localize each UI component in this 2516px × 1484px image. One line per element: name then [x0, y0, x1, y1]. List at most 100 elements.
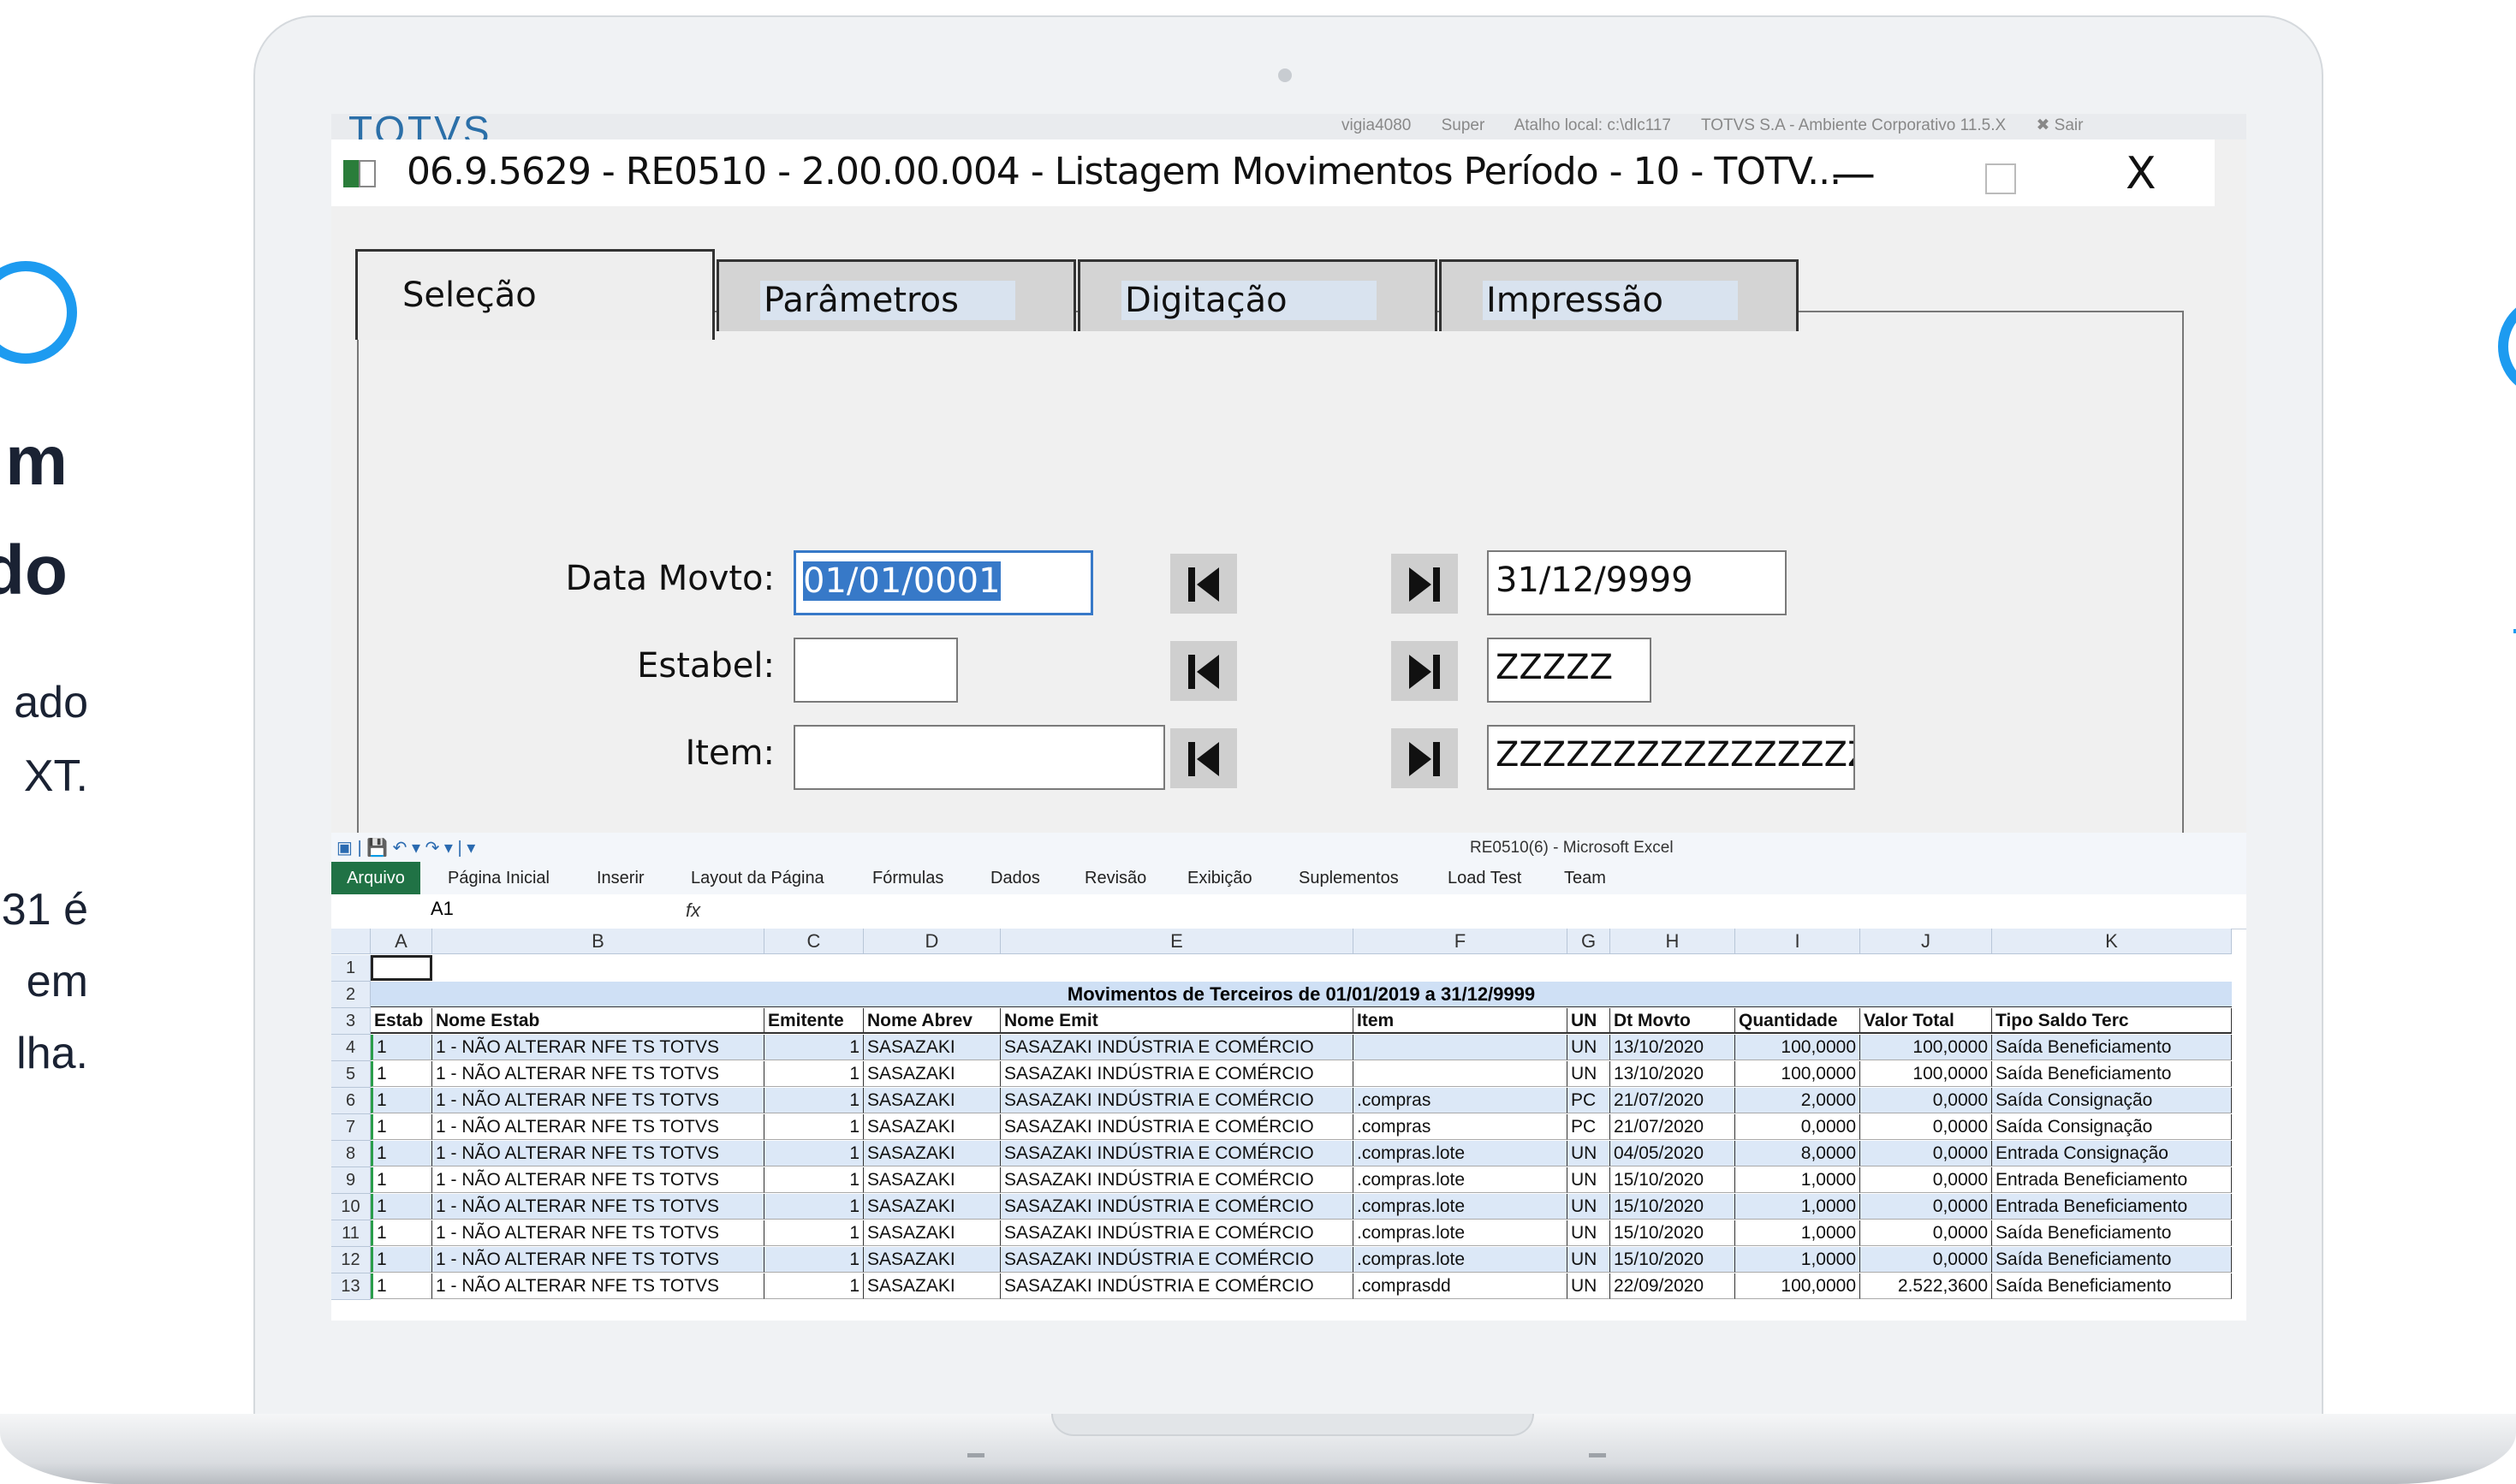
row-header[interactable]: 2 [331, 982, 371, 1008]
row-header[interactable]: 9 [331, 1167, 371, 1194]
data-movto-from-input[interactable]: 01/01/0001 [794, 550, 1093, 615]
ribbon-tab-team[interactable]: Team [1564, 869, 1606, 888]
table-cell[interactable]: Saída Beneficiamento [1992, 1035, 2232, 1060]
item-to-input[interactable]: ZZZZZZZZZZZZZZZZ [1487, 725, 1855, 790]
table-cell[interactable]: 2.522,3600 [1860, 1273, 1992, 1299]
ribbon-tab-dados[interactable]: Dados [990, 869, 1040, 888]
table-header-cell[interactable]: Item [1353, 1008, 1567, 1034]
table-header-cell[interactable]: Estab [371, 1008, 432, 1034]
table-cell[interactable]: UN [1567, 1273, 1610, 1299]
table-cell[interactable]: 0,0000 [1860, 1141, 1992, 1166]
table-cell[interactable]: 13/10/2020 [1610, 1035, 1735, 1060]
table-cell[interactable]: 1 [371, 1273, 432, 1299]
row-header[interactable]: 10 [331, 1194, 371, 1220]
table-cell[interactable]: SASAZAKI [864, 1061, 1001, 1087]
table-cell[interactable]: 1 [371, 1247, 432, 1273]
table-cell[interactable] [1353, 1061, 1567, 1087]
table-cell[interactable]: .compras.lote [1353, 1194, 1567, 1220]
table-cell[interactable]: UN [1567, 1220, 1610, 1246]
column-header[interactable]: J [1860, 929, 1992, 954]
column-header[interactable]: A [371, 929, 432, 954]
column-header[interactable]: C [764, 929, 864, 954]
table-cell[interactable]: SASAZAKI INDÚSTRIA E COMÉRCIO [1001, 1114, 1353, 1140]
table-cell[interactable]: 100,0000 [1735, 1035, 1860, 1060]
table-cell[interactable]: 1 - NÃO ALTERAR NFE TS TOTVS [432, 1114, 764, 1140]
table-cell[interactable]: 15/10/2020 [1610, 1167, 1735, 1193]
table-cell[interactable]: .compras.lote [1353, 1167, 1567, 1193]
last-button[interactable] [1391, 554, 1458, 614]
row-header[interactable]: 1 [331, 955, 371, 982]
data-movto-to-input[interactable]: 31/12/9999 [1487, 550, 1787, 615]
table-cell[interactable]: 1 - NÃO ALTERAR NFE TS TOTVS [432, 1167, 764, 1193]
row-header[interactable]: 4 [331, 1035, 371, 1061]
table-cell[interactable]: SASAZAKI INDÚSTRIA E COMÉRCIO [1001, 1088, 1353, 1113]
topbar-exit[interactable]: ✖ Sair [2036, 116, 2083, 134]
minimize-button[interactable]: — [1831, 148, 1876, 199]
table-cell[interactable]: 0,0000 [1860, 1114, 1992, 1140]
table-header-cell[interactable]: Nome Estab [432, 1008, 764, 1034]
table-cell[interactable]: Entrada Consignação [1992, 1141, 2232, 1166]
table-cell[interactable]: SASAZAKI [864, 1088, 1001, 1113]
table-header-cell[interactable]: Emitente [764, 1008, 864, 1034]
column-header[interactable]: H [1610, 929, 1735, 954]
table-cell[interactable]: 1 [371, 1220, 432, 1246]
table-cell[interactable]: 15/10/2020 [1610, 1220, 1735, 1246]
name-box[interactable]: A1 [331, 898, 580, 923]
table-cell[interactable]: SASAZAKI INDÚSTRIA E COMÉRCIO [1001, 1061, 1353, 1087]
table-cell[interactable]: 2,0000 [1735, 1088, 1860, 1113]
table-header-cell[interactable]: Dt Movto [1610, 1008, 1735, 1034]
tab-selecao[interactable]: Seleção [355, 249, 715, 340]
table-cell[interactable]: 8,0000 [1735, 1141, 1860, 1166]
table-cell[interactable]: 1,0000 [1735, 1247, 1860, 1273]
table-header-cell[interactable]: UN [1567, 1008, 1610, 1034]
table-cell[interactable]: SASAZAKI INDÚSTRIA E COMÉRCIO [1001, 1247, 1353, 1273]
ribbon-tab-layout[interactable]: Layout da Página [691, 869, 824, 888]
select-all-corner[interactable] [331, 929, 371, 954]
table-cell[interactable]: 1 [764, 1220, 864, 1246]
tab-impressao[interactable]: Impressão [1439, 259, 1799, 331]
column-header[interactable]: K [1992, 929, 2232, 954]
table-cell[interactable]: Saída Beneficiamento [1992, 1220, 2232, 1246]
table-cell[interactable]: 1 [371, 1061, 432, 1087]
table-cell[interactable]: 0,0000 [1860, 1167, 1992, 1193]
table-cell[interactable]: Saída Consignação [1992, 1088, 2232, 1113]
table-cell[interactable]: PC [1567, 1088, 1610, 1113]
first-button[interactable] [1170, 641, 1237, 701]
table-cell[interactable]: 1 [764, 1273, 864, 1299]
fx-icon[interactable]: fx [686, 899, 700, 922]
estabel-to-input[interactable]: ZZZZZ [1487, 638, 1651, 703]
row-header[interactable]: 6 [331, 1088, 371, 1114]
table-cell[interactable]: 1 [764, 1035, 864, 1060]
estabel-from-input[interactable] [794, 638, 958, 703]
table-header-cell[interactable]: Quantidade [1735, 1008, 1860, 1034]
row-header[interactable]: 8 [331, 1141, 371, 1167]
row-header[interactable]: 3 [331, 1008, 371, 1035]
spreadsheet-grid[interactable]: Movimentos de Terceiros de 01/01/2019 a … [331, 929, 2232, 1314]
table-cell[interactable]: 0,0000 [1860, 1194, 1992, 1220]
table-cell[interactable]: .compras [1353, 1114, 1567, 1140]
item-from-input[interactable] [794, 725, 1165, 790]
table-cell[interactable]: 1 [371, 1141, 432, 1166]
column-header[interactable]: D [864, 929, 1001, 954]
column-header[interactable]: B [432, 929, 764, 954]
row-header[interactable]: 7 [331, 1114, 371, 1141]
table-cell[interactable]: Saída Beneficiamento [1992, 1247, 2232, 1273]
table-cell[interactable]: 100,0000 [1735, 1061, 1860, 1087]
table-cell[interactable]: 1 [371, 1035, 432, 1060]
table-cell[interactable]: UN [1567, 1141, 1610, 1166]
table-cell[interactable]: 1 [371, 1088, 432, 1113]
table-cell[interactable]: PC [1567, 1114, 1610, 1140]
table-cell[interactable]: UN [1567, 1194, 1610, 1220]
ribbon-tab-formulas[interactable]: Fórmulas [872, 869, 943, 888]
table-cell[interactable]: 0,0000 [1860, 1247, 1992, 1273]
table-cell[interactable]: UN [1567, 1061, 1610, 1087]
table-cell[interactable]: SASAZAKI INDÚSTRIA E COMÉRCIO [1001, 1035, 1353, 1060]
table-cell[interactable]: Entrada Beneficiamento [1992, 1194, 2232, 1220]
table-cell[interactable]: 1 [764, 1114, 864, 1140]
table-cell[interactable]: 1,0000 [1735, 1220, 1860, 1246]
table-cell[interactable]: 0,0000 [1735, 1114, 1860, 1140]
table-cell[interactable]: 1 - NÃO ALTERAR NFE TS TOTVS [432, 1220, 764, 1246]
table-cell[interactable]: 1 [371, 1167, 432, 1193]
table-cell[interactable]: UN [1567, 1167, 1610, 1193]
table-cell[interactable]: SASAZAKI [864, 1220, 1001, 1246]
